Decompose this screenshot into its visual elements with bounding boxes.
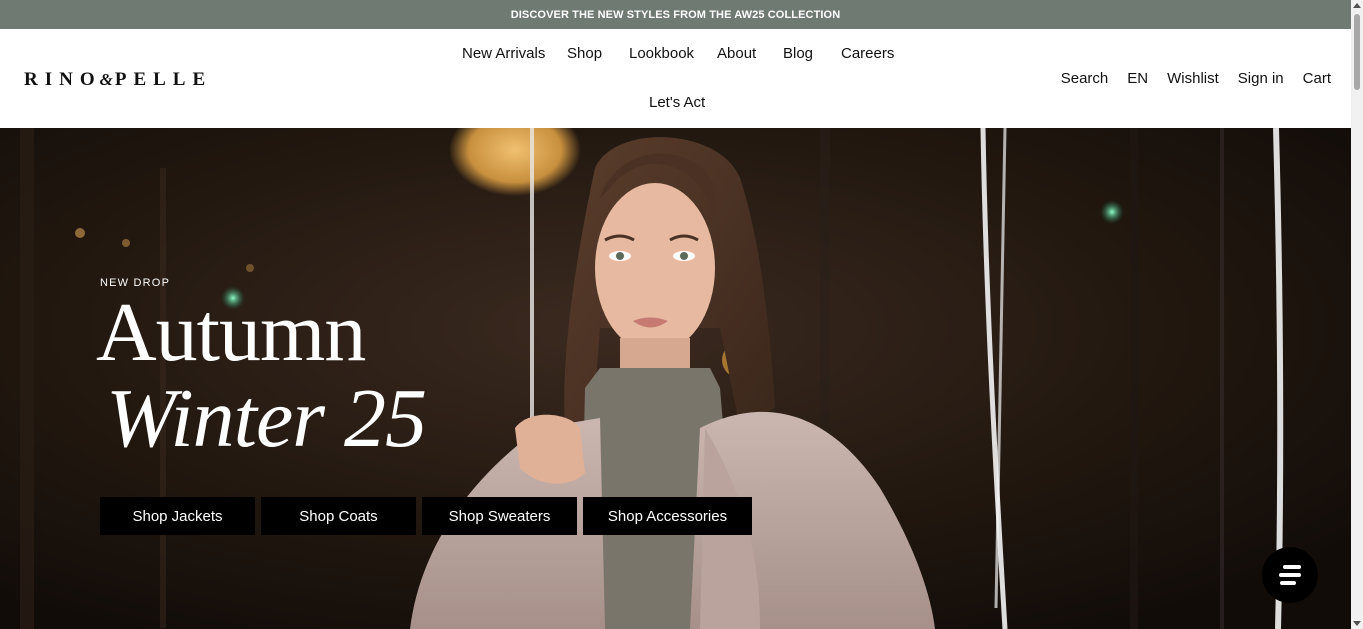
chat-icon-line	[1280, 581, 1296, 585]
hero-cta-group: Shop Jackets Shop Coats Shop Sweaters Sh…	[100, 497, 752, 535]
scroll-down-arrow-icon[interactable]	[1353, 621, 1361, 626]
shop-sweaters-button[interactable]: Shop Sweaters	[422, 497, 577, 535]
nav-lets-act[interactable]: Let's Act	[649, 94, 705, 111]
nav-blog[interactable]: Blog	[783, 45, 813, 62]
nav-about[interactable]: About	[717, 45, 756, 62]
announcement-bar[interactable]: DISCOVER THE NEW STYLES FROM THE AW25 CO…	[0, 0, 1351, 29]
search-link[interactable]: Search	[1061, 70, 1109, 87]
utility-navigation: Search EN Wishlist Sign in Cart	[1061, 70, 1331, 87]
hero-text-block: NEW DROP Autumn Winter 25	[96, 277, 427, 461]
hero-banner: NEW DROP Autumn Winter 25 Shop Jackets S…	[0, 128, 1351, 629]
shop-accessories-button[interactable]: Shop Accessories	[583, 497, 752, 535]
nav-shop[interactable]: Shop	[567, 45, 602, 62]
chat-bubble-lines-icon	[1283, 565, 1301, 569]
nav-careers[interactable]: Careers	[841, 45, 894, 62]
scrollbar-thumb[interactable]	[1354, 14, 1360, 90]
page-scrollbar[interactable]	[1351, 0, 1363, 629]
wishlist-link[interactable]: Wishlist	[1167, 70, 1219, 87]
hero-title-line-2: Winter 25	[106, 372, 427, 465]
nav-lookbook[interactable]: Lookbook	[629, 45, 694, 62]
cart-link[interactable]: Cart	[1303, 70, 1331, 87]
scroll-up-arrow-icon[interactable]	[1353, 3, 1361, 8]
language-selector[interactable]: EN	[1127, 70, 1148, 87]
sign-in-link[interactable]: Sign in	[1238, 70, 1284, 87]
hero-title-line-1: Autumn	[96, 286, 366, 379]
chat-widget-button[interactable]	[1262, 547, 1318, 603]
nav-new-arrivals[interactable]: New Arrivals	[462, 45, 545, 62]
site-header: RINO& PELLE New Arrivals Shop Lookbook Ab…	[0, 29, 1351, 128]
announcement-text[interactable]: DISCOVER THE NEW STYLES FROM THE AW25 CO…	[511, 9, 841, 21]
shop-coats-button[interactable]: Shop Coats	[261, 497, 416, 535]
shop-jackets-button[interactable]: Shop Jackets	[100, 497, 255, 535]
chat-icon-line	[1279, 573, 1301, 577]
